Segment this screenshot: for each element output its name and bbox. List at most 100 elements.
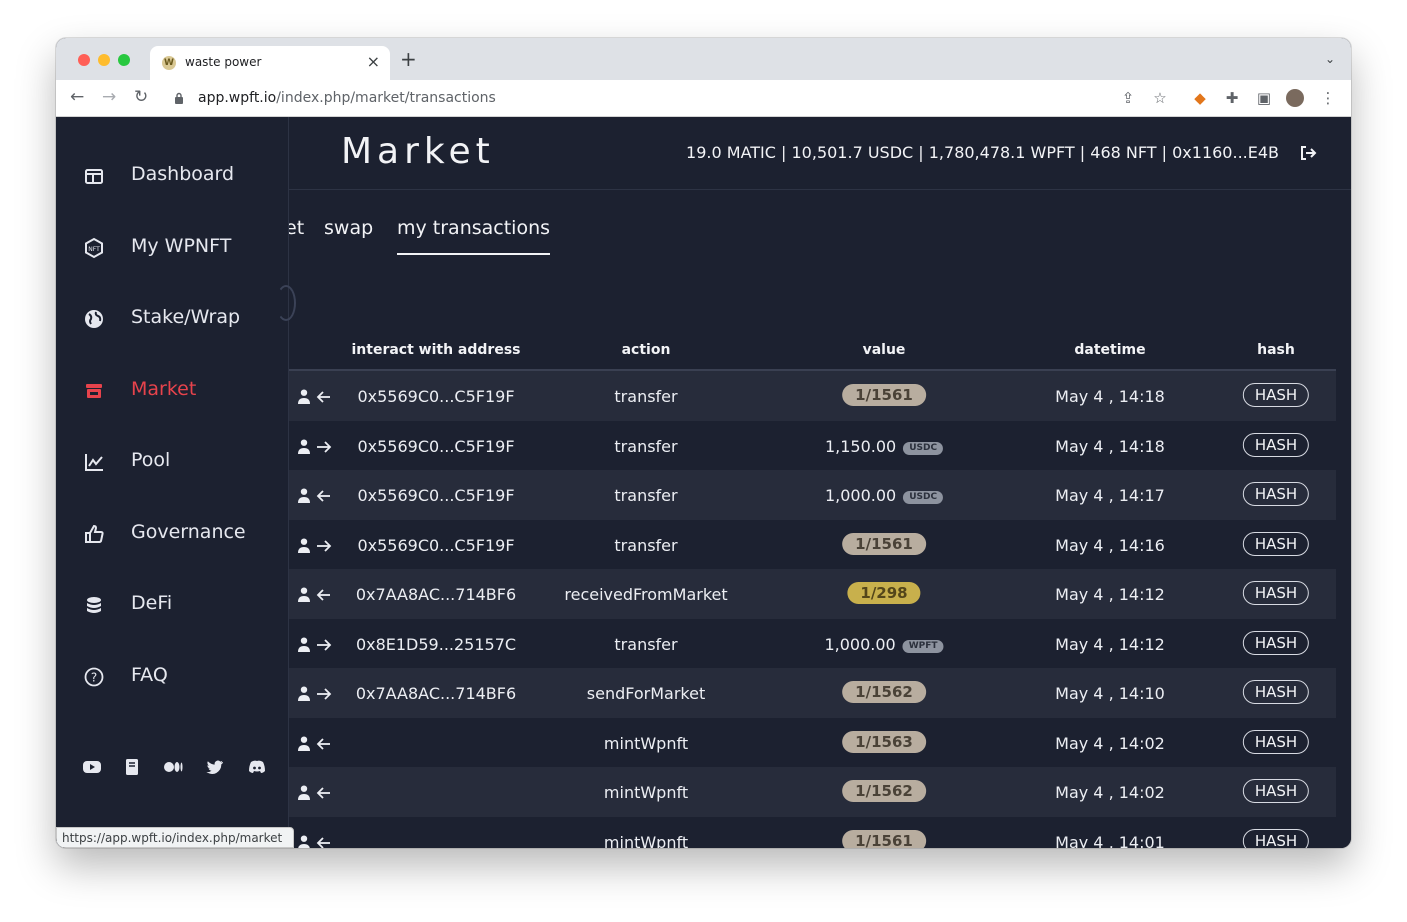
page-header: Market 19.0 MATIC | 10,501.7 USDC | 1,78…: [289, 117, 1351, 190]
sidebar-item-stake-wrap[interactable]: Stake/Wrap: [56, 298, 289, 338]
nft-badge[interactable]: 1/1562: [842, 681, 926, 703]
action-cell: transfer: [614, 535, 678, 555]
sidebar-item-label: Market: [131, 378, 197, 400]
address-cell[interactable]: 0x5569C0...C5F19F: [357, 486, 514, 505]
close-window-button[interactable]: [78, 54, 90, 66]
address-cell[interactable]: 0x7AA8AC...714BF6: [356, 585, 516, 604]
hash-button[interactable]: HASH: [1242, 729, 1310, 754]
question-icon: ?: [84, 667, 104, 687]
hash-button[interactable]: HASH: [1242, 581, 1310, 605]
datetime-cell: May 4 , 14:12: [1055, 634, 1165, 654]
twitter-icon[interactable]: [205, 757, 225, 777]
minimize-window-button[interactable]: [98, 54, 110, 66]
datetime-cell: May 4 , 14:12: [1055, 585, 1165, 604]
wallet-balances: 19.0 MATIC | 10,501.7 USDC | 1,780,478.1…: [686, 143, 1279, 162]
address-cell[interactable]: 0x5569C0...C5F19F: [357, 387, 514, 406]
back-arrow-icon[interactable]: ←: [70, 88, 84, 106]
outgoing-arrow-icon: [298, 686, 332, 701]
incoming-arrow-icon: [298, 835, 330, 848]
column-header: action: [621, 342, 671, 358]
sidebar-item-pool[interactable]: Pool: [56, 441, 289, 481]
scroll-arrow-icon[interactable]: [276, 285, 296, 321]
nft-badge[interactable]: 1/1562: [842, 780, 926, 802]
sidebar-item-label: Stake/Wrap: [131, 306, 241, 328]
table-header: interact with address action value datet…: [289, 331, 1336, 371]
action-cell: transfer: [614, 387, 678, 406]
hash-button[interactable]: HASH: [1242, 482, 1310, 506]
sidebar-item-label: Dashboard: [131, 163, 235, 185]
browser-tab[interactable]: W waste power ×: [150, 46, 390, 80]
action-cell: transfer: [614, 436, 678, 456]
hash-button[interactable]: HASH: [1242, 432, 1310, 457]
metamask-fox-icon[interactable]: ◆: [1191, 89, 1209, 107]
datetime-cell: May 4 , 14:02: [1055, 783, 1165, 802]
nft-badge[interactable]: 1/298: [847, 582, 921, 604]
nft-icon: NFT: [85, 237, 103, 259]
sidebar-item-label: DeFi: [131, 592, 173, 614]
star-icon[interactable]: ☆: [1151, 89, 1169, 107]
tab-my-transactions[interactable]: my transactions: [397, 217, 551, 255]
new-tab-button[interactable]: +: [400, 49, 417, 69]
chart-line-icon: [85, 454, 103, 471]
sidebar-item-my-wpnft[interactable]: NFT My WPNFT: [56, 227, 289, 267]
table-row: 0x7AA8AC...714BF6 sendForMarket 1/1562 May …: [289, 668, 1336, 718]
nft-badge[interactable]: 1/1561: [842, 384, 926, 406]
youtube-icon[interactable]: [82, 757, 102, 777]
app-page: Dashboard NFT My WPNFT Stake/Wrap Market…: [56, 117, 1351, 848]
page-title: Market: [341, 131, 495, 172]
forward-arrow-icon[interactable]: →: [102, 88, 116, 106]
nft-badge[interactable]: 1/1561: [842, 829, 926, 848]
close-icon[interactable]: ×: [367, 52, 380, 71]
action-cell: mintWpnft: [603, 733, 689, 753]
hash-button[interactable]: HASH: [1242, 531, 1310, 556]
nft-badge[interactable]: 1/1563: [842, 730, 926, 753]
token-amount: 1,150.00: [824, 436, 897, 456]
share-icon[interactable]: ⇪: [1119, 89, 1137, 107]
action-cell: mintWpnft: [603, 832, 689, 849]
sidebar-item-dashboard[interactable]: Dashboard: [56, 155, 289, 195]
datetime-cell: May 4 , 14:17: [1055, 486, 1165, 505]
hash-button[interactable]: HASH: [1242, 383, 1310, 407]
hash-button[interactable]: HASH: [1242, 779, 1310, 803]
hash-button[interactable]: HASH: [1242, 828, 1310, 848]
tab-market[interactable]: et: [289, 217, 304, 253]
outgoing-arrow-icon: [298, 637, 332, 652]
favicon-icon: W: [162, 56, 176, 70]
chevron-down-icon[interactable]: ⌄: [1325, 52, 1335, 66]
column-header: interact with address: [351, 342, 521, 358]
side-panel-icon[interactable]: ▣: [1255, 89, 1273, 107]
address-cell[interactable]: 0x5569C0...C5F19F: [357, 437, 514, 456]
book-icon[interactable]: [122, 757, 142, 777]
lock-icon: [175, 92, 183, 104]
table-row: 0x5569C0...C5F19F transfer 1/1561 May 4 , 1…: [289, 371, 1336, 421]
hash-button[interactable]: HASH: [1242, 630, 1310, 655]
discord-icon[interactable]: [247, 757, 267, 777]
browser-window: W waste power × + ⌄ ← → ↻ app.wpft.io/in…: [56, 38, 1351, 848]
address-cell[interactable]: 0x5569C0...C5F19F: [357, 536, 514, 555]
table-row: 0x8E1D59...25157C transfer 1,000.00 WPFT May…: [289, 619, 1336, 669]
action-cell: transfer: [614, 634, 678, 654]
hash-button[interactable]: HASH: [1242, 680, 1310, 704]
sidebar-item-market[interactable]: Market: [56, 370, 289, 410]
extensions-puzzle-icon[interactable]: ✚: [1223, 89, 1241, 107]
sidebar-item-faq[interactable]: ? FAQ: [56, 656, 289, 696]
profile-avatar[interactable]: [1286, 89, 1304, 107]
link-status-bar: https://app.wpft.io/index.php/market: [56, 827, 294, 848]
sidebar-item-defi[interactable]: DeFi: [56, 584, 289, 624]
table-row: 0x5569C0...C5F19F transfer 1,000.00 USDC May…: [289, 470, 1336, 520]
address-cell[interactable]: 0x8E1D59...25157C: [356, 635, 516, 654]
maximize-window-button[interactable]: [118, 54, 130, 66]
medium-icon[interactable]: [163, 757, 183, 777]
sidebar-item-label: My WPNFT: [131, 235, 232, 257]
tab-title: waste power: [185, 55, 262, 69]
more-menu-icon[interactable]: ⋮: [1319, 89, 1337, 107]
sidebar-item-governance[interactable]: Governance: [56, 513, 289, 553]
address-bar[interactable]: app.wpft.io/index.php/market/transaction…: [160, 84, 1270, 113]
sidebar-item-label: Governance: [131, 521, 246, 543]
dashboard-icon: [85, 169, 103, 184]
tab-swap[interactable]: swap: [324, 217, 373, 253]
nft-badge[interactable]: 1/1561: [842, 532, 926, 555]
reload-icon[interactable]: ↻: [134, 88, 148, 106]
address-cell[interactable]: 0x7AA8AC...714BF6: [356, 684, 516, 703]
logout-icon[interactable]: [1299, 144, 1317, 162]
